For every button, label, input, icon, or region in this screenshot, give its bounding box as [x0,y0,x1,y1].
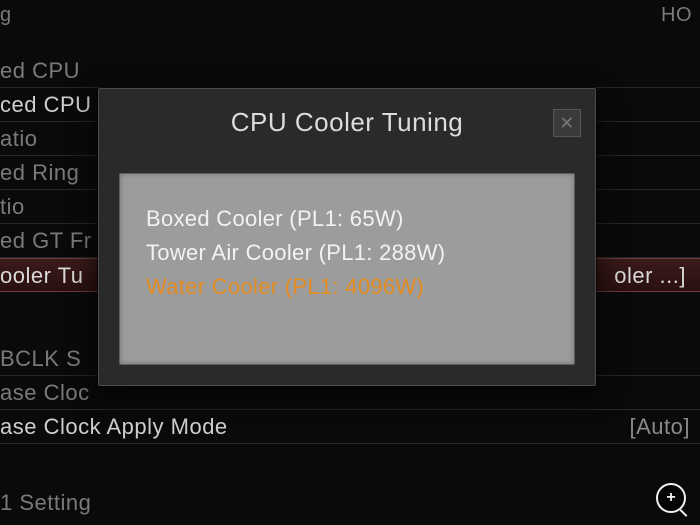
settings-row[interactable]: MC : DRAM Clock Gear1 [Auto] [0,520,700,525]
settings-row[interactable]: ase Clock Apply Mode [Auto] [0,410,700,444]
cpu-cooler-tuning-dialog: CPU Cooler Tuning ✕ Boxed Cooler (PL1: 6… [98,88,596,386]
cooler-option[interactable]: Water Cooler (PL1: 4096W) [146,270,548,304]
close-button[interactable]: ✕ [553,109,581,137]
row-label: ed GT Fr [0,224,92,257]
settings-row[interactable]: ed CPU [0,54,700,88]
zoom-in-icon[interactable]: + [656,483,686,513]
row-label: ed CPU [0,54,80,87]
row-value: [Auto] [630,410,690,443]
row-value-2: [Auto] [630,520,690,525]
row-value-1: Gear1 [260,520,324,525]
dialog-title: CPU Cooler Tuning [231,107,464,138]
row-value: oler ...] [614,259,690,291]
row-label: tio [0,190,25,223]
row-label: ase Clock Apply Mode [0,410,228,443]
topbar-left: g [0,4,12,34]
row-label: atio [0,122,37,155]
row-label: 1 Setting [0,486,91,520]
row-label: ed Ring [0,156,79,189]
settings-row[interactable]: 1 Setting [0,486,700,520]
cooler-option[interactable]: Boxed Cooler (PL1: 65W) [146,202,548,236]
dialog-titlebar: CPU Cooler Tuning ✕ [99,89,595,155]
settings-rows-group-3: 1 SettingMC : DRAM Clock Gear1 [Auto] [0,486,700,525]
topbar-right: HO [661,4,692,34]
row-label: ase Cloc [0,376,90,409]
row-label: BCLK S [0,342,81,375]
topbar: g HO [0,0,700,34]
cooler-option[interactable]: Tower Air Cooler (PL1: 288W) [146,236,548,270]
close-icon: ✕ [559,113,575,134]
row-label: ced CPU [0,88,92,121]
row-label: ooler Tu [0,259,84,291]
options-panel: Boxed Cooler (PL1: 65W)Tower Air Cooler … [119,173,575,365]
row-label: MC : DRAM Clock [0,520,186,525]
